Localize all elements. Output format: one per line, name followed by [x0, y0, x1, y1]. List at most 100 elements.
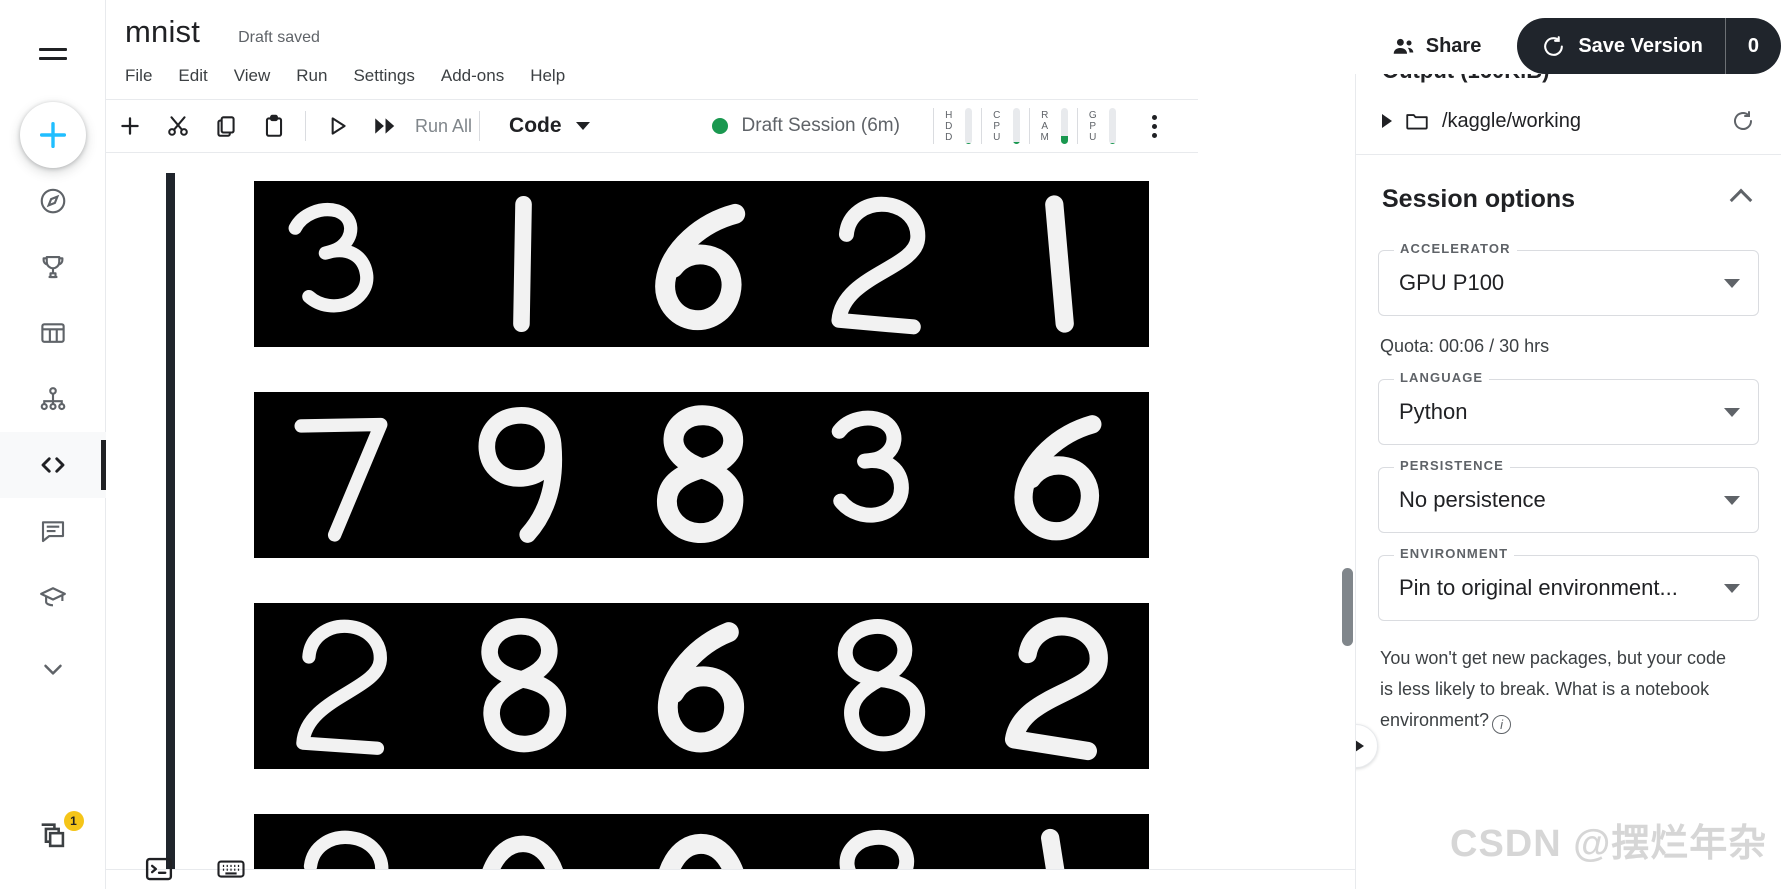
share-button[interactable]: Share — [1377, 26, 1496, 67]
sidebar-item-learn[interactable] — [0, 564, 106, 630]
meter-divider — [932, 108, 934, 144]
session-side-panel: Output (160KiB) /kaggle/working Session … — [1355, 74, 1781, 889]
session-options-header[interactable]: Session options — [1356, 155, 1781, 228]
create-new-button[interactable] — [19, 102, 86, 168]
mnist-digit-1 — [970, 181, 1149, 347]
environment-note: You won't get new packages, but your cod… — [1380, 643, 1757, 736]
left-navigation-rail: 1 — [0, 0, 106, 889]
code-brackets-icon — [41, 457, 64, 473]
notebook-scrollbar-thumb[interactable] — [1342, 568, 1353, 646]
notebook-toolbar: Run All Code Draft Session (6m) HDD CPU — [106, 100, 1198, 153]
output-working-dir-row[interactable]: /kaggle/working — [1356, 84, 1781, 154]
working-directory-path[interactable]: /kaggle/working — [1442, 110, 1581, 133]
environment-note-line2[interactable]: is less likely to break. What is a noteb… — [1380, 679, 1709, 699]
meter-ram[interactable]: RAM — [1039, 108, 1068, 144]
meter-cpu[interactable]: CPU — [991, 108, 1020, 144]
keyboard-icon[interactable] — [216, 854, 246, 884]
bottom-toolbar — [106, 849, 246, 889]
menu-view[interactable]: View — [221, 63, 284, 89]
language-select[interactable]: Python — [1378, 379, 1759, 445]
sidebar-item-discussions[interactable] — [0, 498, 106, 564]
cell-type-dropdown[interactable]: Code — [509, 114, 590, 138]
expand-triangle-icon[interactable] — [1382, 114, 1392, 128]
accelerator-select[interactable]: GPU P100 — [1378, 250, 1759, 316]
hamburger-menu-icon[interactable] — [31, 32, 75, 76]
add-cell-button[interactable] — [106, 104, 154, 148]
environment-select[interactable]: Pin to original environment... — [1378, 555, 1759, 621]
mnist-digit-grid — [254, 181, 1149, 869]
menu-file[interactable]: File — [125, 63, 165, 89]
output-section-header[interactable]: Output (160KiB) — [1356, 74, 1781, 84]
digit-cell — [970, 392, 1149, 603]
paste-cell-button[interactable] — [250, 104, 298, 148]
run-all-label[interactable]: Run All — [415, 116, 472, 137]
run-all-button[interactable] — [361, 104, 409, 148]
mnist-digit-2 — [970, 603, 1149, 769]
cut-cell-button[interactable] — [154, 104, 202, 148]
meter-hdd[interactable]: HDD — [943, 108, 972, 144]
meter-divider — [1028, 108, 1030, 144]
resource-meters: HDD CPU RAM GPU — [924, 108, 1116, 144]
language-value: Python — [1399, 399, 1468, 424]
digit-cell — [612, 181, 791, 392]
mnist-digit-3 — [791, 392, 970, 558]
mnist-digit-6 — [612, 181, 791, 347]
digit-cell — [254, 814, 433, 869]
digit-cell — [254, 392, 433, 603]
save-version-button[interactable]: Save Version 0 — [1517, 18, 1781, 74]
sidebar-item-home[interactable] — [0, 168, 106, 234]
mnist-digit-8 — [791, 814, 970, 869]
meter-gpu[interactable]: GPU — [1087, 108, 1116, 144]
info-icon[interactable]: i — [1492, 715, 1512, 734]
digit-cell — [254, 603, 433, 814]
session-options-title: Session options — [1382, 185, 1576, 213]
sidebar-item-models[interactable] — [0, 366, 106, 432]
digit-cell — [791, 814, 970, 869]
session-status[interactable]: Draft Session (6m) — [711, 115, 900, 137]
notebook-title[interactable]: mnist — [125, 14, 200, 50]
digit-cell — [970, 181, 1149, 392]
notebook-scrollbar[interactable] — [1339, 153, 1355, 869]
accelerator-field: ACCELERATOR GPU P100 — [1378, 241, 1759, 316]
chevron-down-icon — [1724, 407, 1740, 417]
mnist-digit-9 — [433, 392, 612, 558]
sidebar-item-code[interactable] — [0, 432, 106, 498]
run-cell-button[interactable] — [313, 104, 361, 148]
cell-type-label: Code — [509, 114, 562, 137]
sidebar-item-competitions[interactable] — [0, 234, 106, 300]
persistence-select[interactable]: No persistence — [1378, 467, 1759, 533]
menu-settings[interactable]: Settings — [340, 63, 427, 89]
menu-run[interactable]: Run — [283, 63, 340, 89]
version-history-icon — [1544, 35, 1564, 56]
refresh-icon[interactable] — [1731, 109, 1755, 133]
version-count[interactable]: 0 — [1726, 35, 1781, 58]
toolbar-overflow-menu[interactable] — [1132, 104, 1178, 148]
copy-cell-button[interactable] — [202, 104, 250, 148]
digit-cell — [254, 181, 433, 392]
sidebar-item-more[interactable] — [0, 636, 106, 702]
chevron-down-icon — [43, 664, 62, 675]
terminal-icon[interactable] — [144, 854, 174, 884]
environment-legend: ENVIRONMENT — [1394, 546, 1515, 561]
panel-expand-button[interactable] — [1356, 724, 1378, 768]
kaggle-notebook-app: 1 mnist Draft saved File Edit View Run S… — [0, 0, 1781, 889]
meter-divider — [1076, 108, 1078, 144]
folder-icon — [1406, 114, 1428, 130]
session-status-label: Draft Session (6m) — [741, 115, 900, 136]
environment-note-line3[interactable]: environment? — [1380, 710, 1489, 730]
chevron-up-icon[interactable] — [1729, 188, 1753, 211]
accelerator-value: GPU P100 — [1399, 270, 1505, 295]
notebook-body[interactable] — [106, 153, 1198, 869]
bottom-status-bar — [106, 869, 1355, 889]
menu-help[interactable]: Help — [517, 63, 578, 89]
digit-cell — [433, 181, 612, 392]
trophy-icon — [42, 255, 63, 279]
mnist-digit-6 — [970, 392, 1149, 558]
meter-cpu-label: CPU — [993, 109, 1001, 143]
menu-edit[interactable]: Edit — [165, 63, 220, 89]
active-sessions-button[interactable]: 1 — [0, 801, 106, 871]
copy-icon — [217, 116, 235, 137]
active-sessions-badge: 1 — [63, 811, 84, 831]
sidebar-item-datasets[interactable] — [0, 300, 106, 366]
menu-addons[interactable]: Add-ons — [428, 63, 517, 89]
